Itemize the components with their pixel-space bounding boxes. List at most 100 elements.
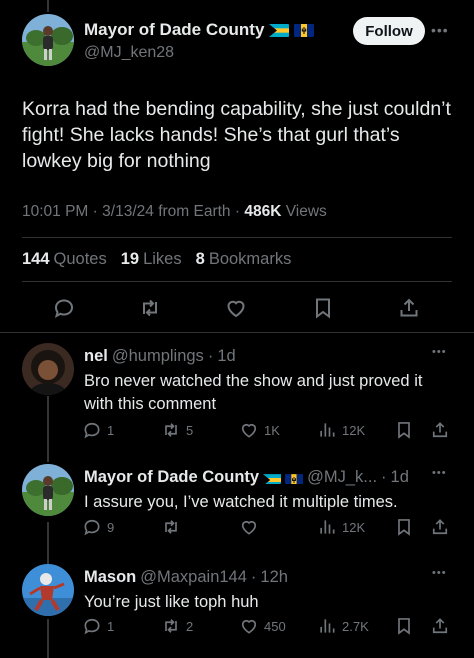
views-button[interactable]: 12K	[317, 516, 365, 538]
reply-text: I assure you, I’ve watched it multiple t…	[84, 493, 398, 511]
reply-action-bar: 1 2 450 2.7K	[0, 615, 474, 637]
more-dots-icon[interactable]: •••	[432, 567, 447, 579]
like-button[interactable]: 450	[239, 615, 286, 637]
reply-count: 1	[107, 422, 115, 438]
likes-label: Likes	[143, 250, 182, 268]
reply-author-name[interactable]: Mason	[84, 568, 136, 587]
views-count: 12K	[342, 422, 366, 438]
more-dots-icon[interactable]: •••	[432, 467, 447, 479]
quotes-stat[interactable]: 144 Quotes	[22, 250, 107, 269]
divider	[22, 237, 452, 238]
share-icon[interactable]	[397, 296, 421, 320]
author-handle[interactable]: @MJ_ken28	[84, 44, 174, 62]
more-dots-icon[interactable]: •••	[432, 346, 447, 358]
bookmarks-label: Bookmarks	[208, 250, 292, 268]
reply-bubble-icon	[82, 616, 102, 636]
bookmark-icon	[394, 616, 414, 636]
reply-button[interactable]: 1	[82, 615, 114, 637]
quotes-count: 144	[22, 250, 50, 268]
reply-count: 9	[107, 519, 115, 535]
views-bar-icon	[317, 420, 337, 440]
tweet-text: Korra had the bending capability, she ju…	[22, 98, 451, 172]
reply-author-name[interactable]: nel	[84, 347, 108, 366]
heart-icon	[239, 517, 259, 537]
barbados-flag-icon	[285, 472, 304, 484]
retweet-icon[interactable]	[138, 296, 162, 320]
author-avatar[interactable]	[22, 14, 74, 66]
meta-separator: ·	[234, 203, 241, 220]
reply-header: nel @humplings · 1d	[84, 347, 236, 366]
share-icon	[430, 517, 450, 537]
author-name[interactable]: Mayor of Dade County	[84, 20, 264, 40]
reply-button[interactable]: 1	[82, 419, 114, 441]
quotes-label: Quotes	[53, 250, 107, 268]
tweet-meta: 10:01 PM · 3/13/24 from Earth · 486K Vie…	[22, 203, 327, 221]
share-icon	[430, 420, 450, 440]
reply-author-name[interactable]: Mayor of Dade County	[84, 468, 259, 487]
reply-author-handle[interactable]: @MJ_k...	[307, 468, 377, 487]
reply-avatar[interactable]	[22, 564, 74, 616]
reply-avatar[interactable]	[22, 464, 74, 516]
meta-separator: ·	[92, 203, 98, 220]
retweet-count: 2	[186, 618, 194, 634]
reply-text: Bro never watched the show and just prov…	[84, 372, 423, 413]
like-button[interactable]	[239, 516, 264, 538]
bookmark-icon	[394, 420, 414, 440]
likes-count: 19	[120, 250, 140, 268]
likes-stat[interactable]: 19 Likes	[121, 250, 182, 269]
bahamas-flag-icon	[263, 472, 282, 484]
bookmarks-count: 8	[195, 250, 205, 268]
reply-author-handle[interactable]: @humplings	[112, 347, 204, 366]
retweet-button[interactable]: 2	[161, 615, 193, 637]
meta-separator: ·	[250, 568, 257, 586]
reply-time[interactable]: 12h	[260, 568, 288, 587]
meta-separator: ·	[381, 468, 387, 486]
tweet-time[interactable]: 10:01 PM	[22, 203, 88, 220]
heart-icon	[239, 616, 259, 636]
bookmark-icon[interactable]	[311, 296, 335, 320]
reply-action-bar: 1 5 1K 12K	[0, 419, 474, 441]
views-count: 12K	[342, 519, 366, 535]
follow-button[interactable]: Follow	[353, 17, 425, 45]
reply-author-handle[interactable]: @Maxpain144	[140, 568, 247, 587]
retweet-button[interactable]: 5	[161, 419, 193, 441]
tweet-source: from Earth	[158, 203, 231, 220]
share-button[interactable]	[430, 615, 450, 637]
like-button[interactable]: 1K	[239, 419, 280, 441]
more-dots-icon[interactable]: •••	[431, 22, 449, 38]
retweet-icon	[161, 616, 181, 636]
bookmark-button[interactable]	[394, 419, 414, 441]
views-bar-icon	[317, 616, 337, 636]
heart-icon[interactable]	[224, 296, 248, 320]
bookmarks-stat[interactable]: 8 Bookmarks	[196, 250, 292, 269]
reply-time[interactable]: 1d	[391, 468, 409, 487]
views-count: 486K	[244, 203, 282, 220]
share-button[interactable]	[430, 516, 450, 538]
views-button[interactable]: 2.7K	[317, 615, 369, 637]
divider	[22, 281, 452, 282]
views-button[interactable]: 12K	[317, 419, 365, 441]
meta-separator: ·	[207, 347, 214, 365]
heart-icon	[239, 420, 259, 440]
tweet-date[interactable]: 3/13/24	[102, 203, 154, 220]
share-icon	[430, 616, 450, 636]
reply-time[interactable]: 1d	[217, 347, 235, 366]
main-action-bar	[0, 292, 474, 324]
reply-button[interactable]: 9	[82, 516, 114, 538]
retweet-icon	[161, 517, 181, 537]
bookmark-button[interactable]	[394, 615, 414, 637]
retweet-count: 5	[186, 422, 194, 438]
reply-bubble-icon[interactable]	[52, 296, 76, 320]
reply-text: You’re just like toph huh	[84, 593, 259, 611]
retweet-icon	[161, 420, 181, 440]
reply-count: 1	[107, 618, 115, 634]
bookmark-button[interactable]	[394, 516, 414, 538]
author-name-row: Mayor of Dade County	[84, 20, 315, 40]
retweet-button[interactable]	[161, 516, 186, 538]
reply-avatar[interactable]	[22, 343, 74, 395]
main-tweet-header: Mayor of Dade County @MJ_ken28 Follow ••…	[22, 14, 462, 66]
share-button[interactable]	[430, 419, 450, 441]
engagement-stats: 144 Quotes 19 Likes 8 Bookmarks	[22, 250, 291, 269]
barbados-flag-icon	[294, 23, 315, 37]
like-count: 450	[264, 618, 286, 634]
